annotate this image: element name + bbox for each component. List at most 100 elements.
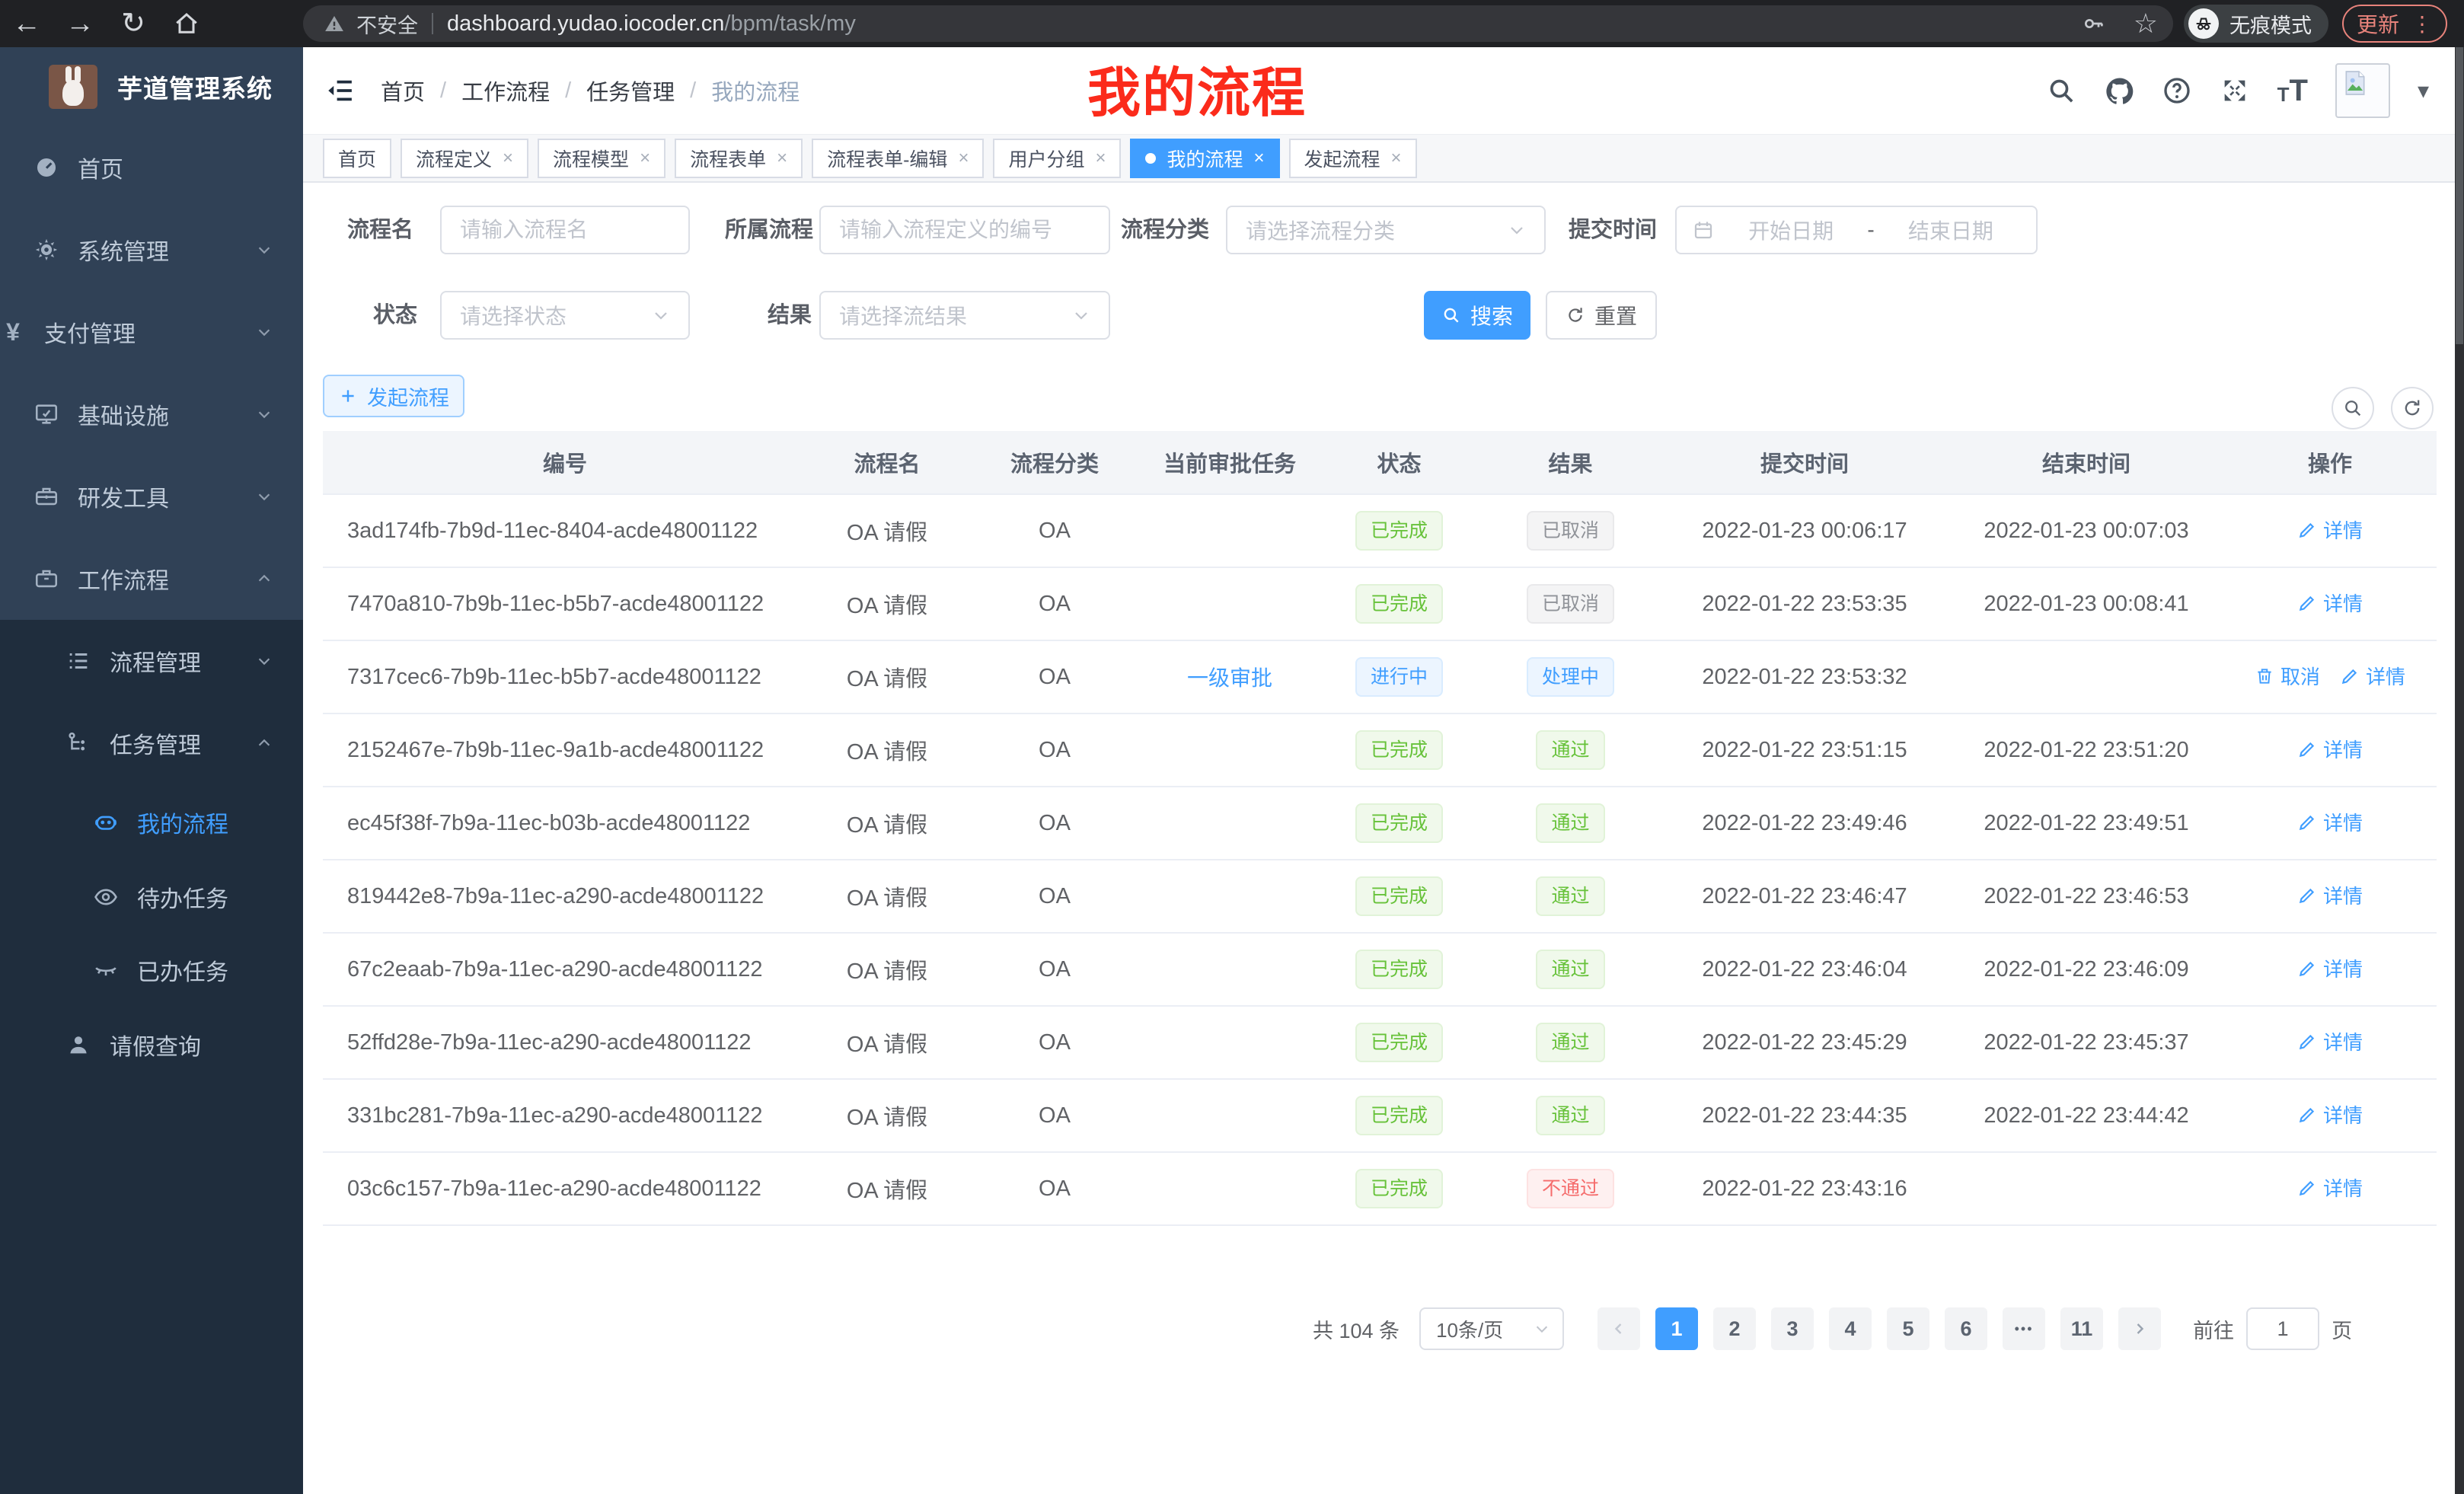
security-label[interactable]: 不安全 xyxy=(356,9,418,39)
next-page-button[interactable] xyxy=(2118,1307,2161,1350)
page-scrollbar[interactable] xyxy=(2455,47,2464,1494)
help-icon[interactable] xyxy=(2162,75,2192,106)
page-button-1[interactable]: 1 xyxy=(1655,1307,1698,1350)
close-icon[interactable] xyxy=(1391,147,1402,169)
breadcrumb-home[interactable]: 首页 xyxy=(381,75,425,107)
tab-my-process[interactable]: 我的流程 xyxy=(1130,139,1279,178)
refresh-table-button[interactable] xyxy=(2391,387,2434,429)
sidebar-item-process-management[interactable]: 流程管理 xyxy=(0,620,303,702)
page-button-11[interactable]: 11 xyxy=(2060,1307,2103,1350)
result-select[interactable]: 请选择流结果 xyxy=(819,291,1110,340)
sidebar-item-home[interactable]: 首页 xyxy=(0,126,303,209)
browser-update-button[interactable]: 更新 xyxy=(2342,5,2447,43)
browser-menu-icon[interactable] xyxy=(2411,11,2433,37)
result-badge: 处理中 xyxy=(1527,657,1614,697)
app-logo[interactable]: 芋道管理系统 xyxy=(0,47,303,126)
breadcrumb-workflow[interactable]: 工作流程 xyxy=(461,75,550,107)
sidebar-item-dev-tools[interactable]: 研发工具 xyxy=(0,455,303,538)
detail-link[interactable]: 详情 xyxy=(2297,1100,2363,1128)
close-icon[interactable] xyxy=(777,147,787,169)
detail-link[interactable]: 详情 xyxy=(2297,1173,2363,1202)
key-icon[interactable] xyxy=(2082,11,2106,36)
close-icon[interactable] xyxy=(503,147,513,169)
avatar[interactable] xyxy=(2335,63,2390,118)
close-icon[interactable] xyxy=(1095,147,1106,169)
end-date-placeholder[interactable]: 结束日期 xyxy=(1881,215,2021,245)
tab-process-form[interactable]: 流程表单 xyxy=(675,139,803,178)
page-button-4[interactable]: 4 xyxy=(1829,1307,1872,1350)
tab-process-form-edit[interactable]: 流程表单-编辑 xyxy=(812,139,984,178)
sidebar-item-done-tasks[interactable]: 已办任务 xyxy=(0,934,303,1007)
browser-back-icon[interactable] xyxy=(0,0,53,47)
page-button-3[interactable]: 3 xyxy=(1771,1307,1814,1350)
sidebar-item-todo-tasks[interactable]: 待办任务 xyxy=(0,860,303,934)
detail-link[interactable]: 详情 xyxy=(2297,954,2363,982)
detail-link[interactable]: 详情 xyxy=(2297,735,2363,763)
process-definition-input[interactable] xyxy=(819,206,1110,254)
font-size-icon[interactable]: TT xyxy=(2277,75,2308,106)
date-range-picker[interactable]: 开始日期 - 结束日期 xyxy=(1675,206,2038,254)
reset-button[interactable]: 重置 xyxy=(1546,291,1657,340)
start-process-button[interactable]: 发起流程 xyxy=(323,375,464,417)
tab-home[interactable]: 首页 xyxy=(323,139,391,178)
detail-link[interactable]: 详情 xyxy=(2297,808,2363,836)
page-button-5[interactable]: 5 xyxy=(1887,1307,1929,1350)
close-icon[interactable] xyxy=(640,147,650,169)
result-badge: 通过 xyxy=(1536,730,1604,770)
start-date-placeholder[interactable]: 开始日期 xyxy=(1721,215,1861,245)
cell-submit-time: 2022-01-23 00:06:17 xyxy=(1660,519,1949,544)
divider xyxy=(432,13,433,34)
search-button[interactable]: 搜索 xyxy=(1424,291,1530,340)
cell-category: OA xyxy=(967,1030,1142,1055)
cell-id: 7470a810-7b9b-11ec-b5b7-acde48001122 xyxy=(323,592,807,617)
sidebar-item-label: 研发工具 xyxy=(78,480,169,513)
sidebar-item-my-process[interactable]: 我的流程 xyxy=(0,784,303,860)
cell-name: OA 请假 xyxy=(807,588,967,620)
page-button-6[interactable]: 6 xyxy=(1945,1307,1987,1350)
page-size-select[interactable]: 10条/页 xyxy=(1419,1307,1564,1350)
cell-submit-time: 2022-01-22 23:53:35 xyxy=(1660,592,1949,617)
detail-link[interactable]: 详情 xyxy=(2297,881,2363,909)
breadcrumb-task-management[interactable]: 任务管理 xyxy=(586,75,675,107)
github-icon[interactable] xyxy=(2104,75,2134,106)
detail-link[interactable]: 详情 xyxy=(2340,662,2405,690)
more-pages-button[interactable]: ••• xyxy=(2003,1307,2045,1350)
collapse-sidebar-icon[interactable] xyxy=(324,75,356,107)
tab-label: 用户分组 xyxy=(1008,145,1084,172)
current-task-link[interactable]: 一级审批 xyxy=(1187,666,1272,690)
detail-link[interactable]: 详情 xyxy=(2297,589,2363,617)
prev-page-button[interactable] xyxy=(1597,1307,1640,1350)
close-icon[interactable] xyxy=(1254,147,1265,169)
status-select[interactable]: 请选择状态 xyxy=(440,291,690,340)
sidebar-item-task-management[interactable]: 任务管理 xyxy=(0,702,303,784)
avatar-caret-icon[interactable] xyxy=(2418,78,2429,104)
tab-process-model[interactable]: 流程模型 xyxy=(538,139,665,178)
page-button-2[interactable]: 2 xyxy=(1713,1307,1756,1350)
table-row: ec45f38f-7b9a-11ec-b03b-acde48001122 OA … xyxy=(323,787,2437,860)
sidebar-item-system[interactable]: 系统管理 xyxy=(0,209,303,291)
category-select[interactable]: 请选择流程分类 xyxy=(1226,206,1546,254)
browser-forward-icon[interactable] xyxy=(53,0,107,47)
tab-start-process[interactable]: 发起流程 xyxy=(1289,139,1417,178)
sidebar-item-workflow[interactable]: 工作流程 xyxy=(0,538,303,620)
fullscreen-icon[interactable] xyxy=(2220,75,2250,106)
scrollbar-thumb[interactable] xyxy=(2456,47,2463,344)
bookmark-star-icon[interactable]: ☆ xyxy=(2134,8,2158,40)
tab-user-group[interactable]: 用户分组 xyxy=(993,139,1121,178)
show-search-button[interactable] xyxy=(2332,387,2374,429)
sidebar-item-infrastructure[interactable]: 基础设施 xyxy=(0,373,303,455)
search-icon[interactable] xyxy=(2046,75,2076,106)
detail-link[interactable]: 详情 xyxy=(2297,516,2363,544)
browser-reload-icon[interactable] xyxy=(107,0,160,47)
close-icon[interactable] xyxy=(958,147,969,169)
tab-process-definition[interactable]: 流程定义 xyxy=(401,139,528,178)
process-name-input[interactable] xyxy=(440,206,690,254)
address-bar[interactable]: 不安全 dashboard.yudao.iocoder.cn /bpm/task… xyxy=(303,5,2173,42)
sidebar-item-payment[interactable]: ¥ 支付管理 xyxy=(0,291,303,373)
detail-link[interactable]: 详情 xyxy=(2297,1027,2363,1055)
goto-page-input[interactable] xyxy=(2246,1307,2319,1350)
browser-home-icon[interactable] xyxy=(160,10,213,37)
cancel-link[interactable]: 取消 xyxy=(2255,662,2320,690)
chevron-up-icon xyxy=(256,735,273,752)
sidebar-item-leave-query[interactable]: 请假查询 xyxy=(0,1007,303,1083)
